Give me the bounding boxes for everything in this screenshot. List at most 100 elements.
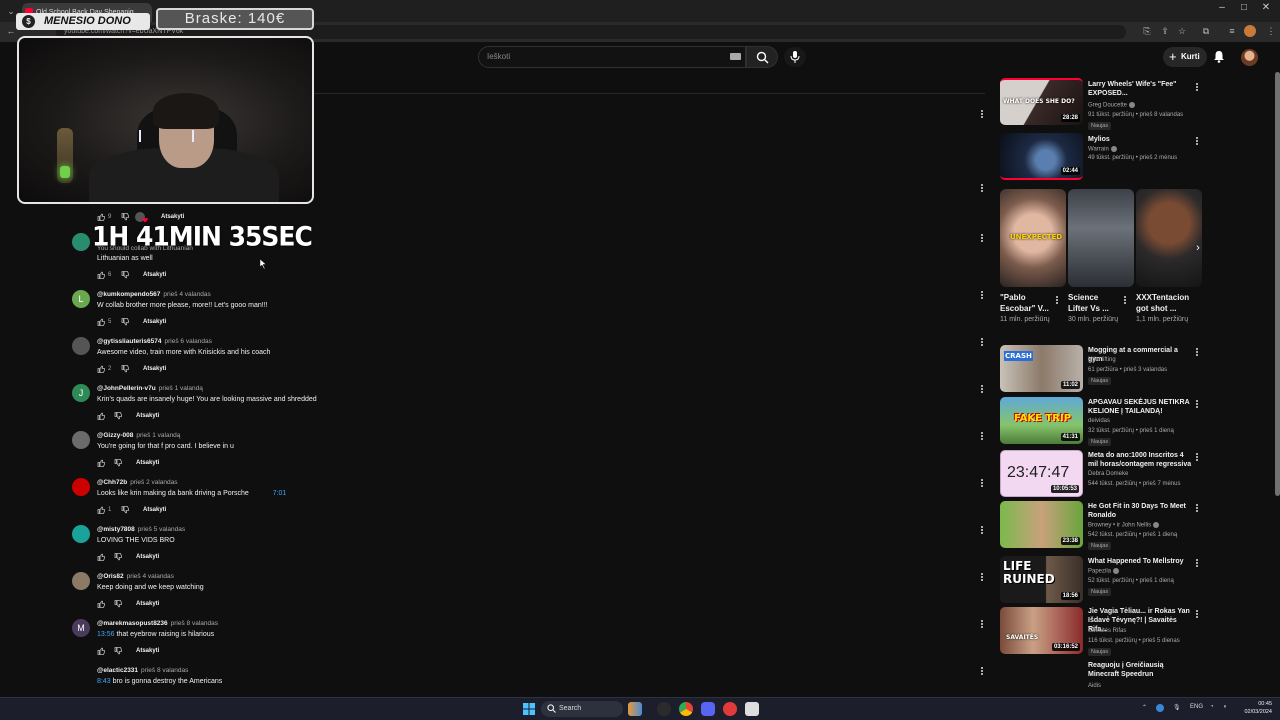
related-video[interactable]: 23:47:47 10:05:53 Meta do ano:1000 Inscr… [1000, 450, 1204, 500]
comment-time[interactable]: prieš 2 valandas [130, 479, 177, 486]
video-menu-icon[interactable] [1194, 609, 1200, 619]
video-thumbnail[interactable]: 23:47:47 10:05:53 [1000, 450, 1083, 497]
video-menu-icon[interactable] [1194, 347, 1200, 357]
video-title[interactable]: Mylios [1088, 135, 1192, 144]
related-video[interactable]: 23:38 He Got Fit in 30 Days To Meet Rona… [1000, 501, 1204, 551]
channel-name[interactable]: Aidis [1088, 683, 1101, 689]
comment-time[interactable]: prieš 5 valandas [138, 526, 185, 533]
comment-time[interactable]: prieš 8 valandas [141, 667, 188, 674]
youtube-account-avatar[interactable] [1241, 49, 1258, 66]
related-video[interactable]: CRASH 11:02 Mogging at a commercial a gy… [1000, 345, 1204, 395]
share-icon[interactable]: ⇪ [1158, 24, 1172, 38]
discord-icon[interactable] [701, 702, 715, 716]
thumbs-up-icon[interactable] [97, 553, 105, 561]
network-icon[interactable]: ◔ [1210, 704, 1214, 710]
video-menu-icon[interactable] [1194, 558, 1200, 568]
video-thumbnail[interactable]: 02:44 [1000, 133, 1083, 180]
reply-button[interactable]: Atsakyti [136, 413, 159, 419]
comment-time[interactable]: prieš 6 valandas [165, 338, 212, 345]
comment-menu-icon[interactable] [978, 183, 986, 193]
widgets-icon[interactable] [628, 702, 642, 716]
video-menu-icon[interactable] [1194, 452, 1200, 462]
comment-time[interactable]: prieš 4 valandas [127, 573, 174, 580]
comment-menu-icon[interactable] [978, 478, 986, 488]
channel-name[interactable]: deividas [1088, 418, 1110, 424]
video-thumbnail[interactable]: 23:38 [1000, 501, 1083, 548]
comment-menu-icon[interactable] [978, 384, 986, 394]
reply-button[interactable]: Atsakyti [136, 554, 159, 560]
thumbs-up-icon[interactable] [97, 318, 105, 326]
related-video[interactable]: SAVAITĖS 03:16:52 Jie Vagia Tėliau... ir… [1000, 607, 1204, 657]
video-menu-icon[interactable] [1194, 82, 1200, 92]
comment-menu-icon[interactable] [978, 337, 986, 347]
comment-timestamp-link[interactable]: 13:56 [97, 631, 115, 638]
related-video[interactable]: 02:44 Mylios Warrain 49 tūkst. peržiūrų … [1000, 133, 1204, 183]
comment-menu-icon[interactable] [978, 431, 986, 441]
translate-icon[interactable]: ⎘ [1140, 24, 1154, 38]
thumbs-up-icon[interactable] [97, 271, 105, 279]
comment-timestamp-link[interactable]: 7:01 [273, 490, 287, 497]
chrome-icon[interactable] [679, 702, 693, 716]
bookmark-star-icon[interactable]: ☆ [1175, 24, 1189, 38]
comment-time[interactable]: prieš 8 valandas [171, 620, 218, 627]
channel-name[interactable]: Papezila [1088, 568, 1120, 575]
reply-button[interactable]: Atsakyti [143, 366, 166, 372]
comment-time[interactable]: prieš 1 valandą [136, 432, 180, 439]
comment-menu-icon[interactable] [978, 109, 986, 119]
thumbs-down-icon[interactable] [121, 365, 129, 373]
short-menu-icon[interactable] [1122, 295, 1128, 305]
thumbs-down-icon[interactable] [114, 553, 122, 561]
video-menu-icon[interactable] [1194, 136, 1200, 146]
comment-author[interactable]: @Oris82 [97, 573, 124, 580]
short-thumbnail[interactable] [1068, 189, 1134, 287]
video-title[interactable]: He Got Fit in 30 Days To Meet Ronaldo [1088, 502, 1192, 520]
short-thumbnail[interactable] [1136, 189, 1202, 287]
thumbs-down-icon[interactable] [114, 600, 122, 608]
comment-author[interactable]: @misty7808 [97, 526, 135, 533]
video-thumbnail[interactable]: SAVAITĖS 03:16:52 [1000, 607, 1083, 654]
reply-button[interactable]: Atsakyti [143, 507, 166, 513]
browser-profile-avatar[interactable] [1244, 25, 1256, 37]
thumbs-down-icon[interactable] [114, 459, 122, 467]
channel-name[interactable]: Savaitės Rifas [1088, 628, 1126, 634]
short-title[interactable]: Science Lifter Vs ... [1068, 292, 1120, 314]
thumbs-up-icon[interactable] [97, 365, 105, 373]
reply-button[interactable]: Atsakyti [143, 272, 166, 278]
video-thumbnail[interactable]: WHAT DOES SHE DO? 28:28 [1000, 78, 1083, 125]
thumbs-down-icon[interactable] [121, 506, 129, 514]
comment-author[interactable]: @Chh72b [97, 479, 127, 486]
short-menu-icon[interactable] [1054, 295, 1060, 305]
short-thumbnail[interactable]: UNEXPECTED [1000, 189, 1066, 287]
related-video[interactable]: LIFE RUINED 18:56 What Happened To Mells… [1000, 556, 1204, 606]
video-menu-icon[interactable] [1194, 399, 1200, 409]
comment-avatar[interactable] [72, 478, 90, 496]
reply-button[interactable]: Atsakyti [143, 319, 166, 325]
short-title[interactable]: "Pablo Escobar" V... [1000, 292, 1052, 314]
minimize-icon[interactable]: – [1212, 2, 1232, 13]
thumbs-up-icon[interactable] [97, 412, 105, 420]
comment-avatar[interactable] [72, 337, 90, 355]
thumbs-up-icon[interactable] [97, 459, 105, 467]
comment-time[interactable]: prieš 1 valandą [159, 385, 203, 392]
video-title[interactable]: APGAVAU SEKĖJUS NETIKRA KELIONE Į TAILAN… [1088, 398, 1192, 416]
comment-menu-icon[interactable] [978, 572, 986, 582]
language-indicator[interactable]: ENG [1190, 704, 1203, 710]
comment-avatar[interactable]: M [72, 619, 90, 637]
comment-author[interactable]: @Gizzy-008 [97, 432, 133, 439]
app-icon[interactable] [745, 702, 759, 716]
thumbs-down-icon[interactable] [114, 412, 122, 420]
notifications-bell-icon[interactable] [1213, 50, 1225, 63]
browser-menu-icon[interactable]: ⋮ [1264, 24, 1278, 38]
reply-button[interactable]: Atsakyti [161, 214, 184, 220]
comment-avatar[interactable] [72, 431, 90, 449]
reply-button[interactable]: Atsakyti [136, 460, 159, 466]
thumbs-down-icon[interactable] [121, 213, 129, 221]
video-thumbnail[interactable]: FAKE TRIP 41:31 [1000, 397, 1083, 444]
channel-name[interactable]: Debra Domeke [1088, 471, 1128, 477]
create-button[interactable]: + Kurti [1163, 47, 1207, 67]
comment-time[interactable]: prieš 4 valandas [163, 291, 210, 298]
volume-icon[interactable]: ◖ [1223, 704, 1227, 710]
comment-menu-icon[interactable] [978, 233, 986, 243]
close-window-icon[interactable]: ✕ [1256, 2, 1276, 13]
video-title[interactable]: What Happened To Mellstroy [1088, 557, 1192, 566]
